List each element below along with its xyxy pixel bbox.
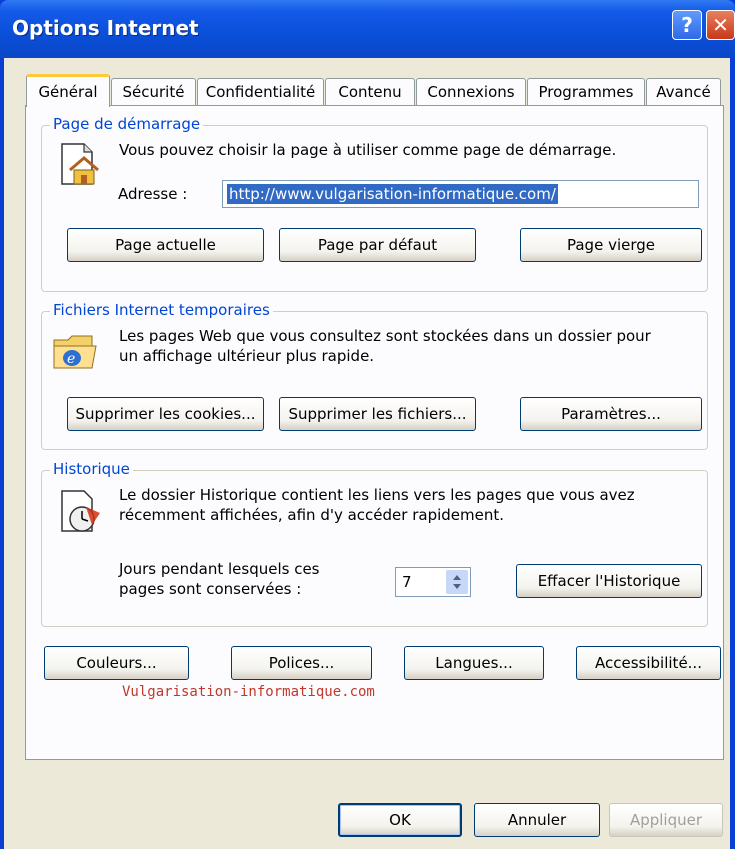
watermark: Vulgarisation-informatique.com: [122, 684, 375, 700]
tab-general[interactable]: Général: [26, 74, 110, 107]
default-page-button[interactable]: Page par défaut: [279, 228, 476, 262]
stepper-arrows[interactable]: [446, 570, 468, 594]
homepage-group: Page de démarrage Vous pouvez choisir la…: [41, 115, 708, 292]
window-title: Options Internet: [12, 16, 199, 40]
days-stepper[interactable]: 7: [395, 567, 471, 597]
clear-history-button[interactable]: Effacer l'Historique: [516, 564, 702, 598]
delete-files-button[interactable]: Supprimer les fichiers...: [279, 397, 476, 431]
title-bar[interactable]: Options Internet ? ✕: [0, 0, 735, 58]
dialog-window: Options Internet ? ✕ Général Sécurité Co…: [0, 0, 735, 849]
days-label-line2: pages sont conservées :: [119, 580, 302, 598]
history-line2: récemment affichées, afin d'y accéder ra…: [119, 506, 505, 524]
history-clock-icon: [58, 487, 102, 539]
current-page-button[interactable]: Page actuelle: [67, 228, 264, 262]
blank-page-button[interactable]: Page vierge: [520, 228, 702, 262]
homepage-description: Vous pouvez choisir la page à utiliser c…: [119, 141, 617, 159]
homepage-legend: Page de démarrage: [50, 115, 204, 133]
history-group: Historique Le dossier Historique contien…: [41, 460, 708, 627]
cancel-button[interactable]: Annuler: [474, 803, 600, 837]
tab-programs[interactable]: Programmes: [527, 78, 645, 105]
temp-files-group: Fichiers Internet temporaires e Les page…: [41, 301, 708, 450]
accessibility-button[interactable]: Accessibilité...: [576, 646, 721, 680]
settings-button[interactable]: Paramètres...: [520, 397, 702, 431]
temp-files-line2: un affichage ultérieur plus rapide.: [119, 347, 375, 365]
fonts-button[interactable]: Polices...: [231, 646, 372, 680]
temp-files-line1: Les pages Web que vous consultez sont st…: [119, 327, 651, 345]
general-panel: Page de démarrage Vous pouvez choisir la…: [25, 105, 724, 760]
tab-privacy[interactable]: Confidentialité: [197, 78, 324, 105]
days-value: 7: [402, 573, 412, 591]
tab-connections[interactable]: Connexions: [416, 78, 526, 105]
ok-button[interactable]: OK: [338, 803, 462, 837]
history-line1: Le dossier Historique contient les liens…: [119, 486, 635, 504]
dialog-client: Général Sécurité Confidentialité Contenu…: [4, 58, 730, 849]
apply-button[interactable]: Appliquer: [609, 803, 723, 837]
temp-files-legend: Fichiers Internet temporaires: [50, 301, 273, 319]
house-page-icon: [58, 140, 102, 192]
svg-text:e: e: [67, 351, 75, 367]
languages-button[interactable]: Langues...: [404, 646, 544, 680]
tab-content[interactable]: Contenu: [325, 78, 415, 105]
days-label-line1: Jours pendant lesquels ces: [119, 560, 320, 578]
help-icon: ?: [681, 13, 693, 37]
delete-cookies-button[interactable]: Supprimer les cookies...: [67, 397, 264, 431]
address-value: http://www.vulgarisation-informatique.co…: [227, 184, 558, 204]
address-field[interactable]: http://www.vulgarisation-informatique.co…: [222, 180, 699, 208]
ie-folder-icon: e: [52, 328, 98, 376]
tab-security[interactable]: Sécurité: [111, 78, 196, 105]
history-legend: Historique: [50, 460, 133, 478]
tab-advanced[interactable]: Avancé: [646, 78, 721, 105]
close-icon: ✕: [712, 13, 729, 37]
address-label: Adresse :: [118, 185, 188, 203]
help-button[interactable]: ?: [672, 10, 702, 40]
colors-button[interactable]: Couleurs...: [44, 646, 189, 680]
close-button[interactable]: ✕: [706, 10, 735, 40]
